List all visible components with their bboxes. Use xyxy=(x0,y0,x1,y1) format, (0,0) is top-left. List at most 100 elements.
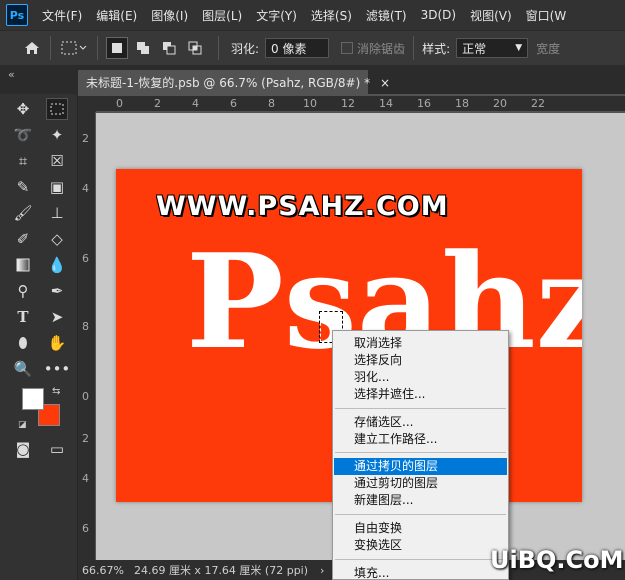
swap-colors-icon[interactable]: ⇆ xyxy=(52,386,60,397)
menu-layer[interactable]: 图层(L) xyxy=(202,7,242,24)
separator xyxy=(97,36,98,60)
context-menu: 取消选择 选择反向 羽化... 选择并遮住... 存储选区... 建立工作路径.… xyxy=(332,330,509,580)
dodge-tool-icon[interactable]: ⚲ xyxy=(12,280,34,302)
style-select[interactable]: 正常 ▼ xyxy=(456,38,529,58)
tools-panel: ✥ ➰ ✦ ⌗ ☒ ✎ ▣ 🖌 ⊥ ✐ ◇ 💧 ⚲ ✒ T ➤ ⬮ ✋ 🔍 ••… xyxy=(0,94,78,580)
intersect-selection-button[interactable] xyxy=(184,37,206,59)
foreground-color-swatch[interactable] xyxy=(22,388,44,410)
more-tools-icon[interactable]: ••• xyxy=(44,358,71,380)
ctx-free-transform[interactable]: 自由变换 xyxy=(334,520,507,537)
ruler-tick-label: 0 xyxy=(116,97,123,110)
ctx-feather[interactable]: 羽化... xyxy=(334,369,507,386)
crop-tool-icon[interactable]: ⌗ xyxy=(12,150,34,172)
ruler-tick-label: 2 xyxy=(82,432,89,445)
vertical-ruler[interactable]: 2 4 6 8 0 2 4 6 xyxy=(78,112,96,560)
default-colors-icon[interactable]: ◪ xyxy=(18,420,27,430)
menu-view[interactable]: 视图(V) xyxy=(470,7,512,24)
document-tab-strip: « 未标题-1-恢复的.psb @ 66.7% (Psahz, RGB/8#) … xyxy=(0,66,625,94)
feather-input[interactable]: 0 像素 xyxy=(265,38,330,58)
width-label: 宽度 xyxy=(536,41,561,56)
magic-wand-icon[interactable]: ✦ xyxy=(46,124,68,146)
menu-bar: Ps 文件(F) 编辑(E) 图像(I) 图层(L) 文字(Y) 选择(S) 滤… xyxy=(0,0,625,30)
ctx-transform-selection[interactable]: 变换选区 xyxy=(334,537,507,554)
hand-tool-icon[interactable]: ✋ xyxy=(46,332,68,354)
ruler-tick-label: 16 xyxy=(417,97,431,110)
eyedropper-icon[interactable]: ✎ xyxy=(12,176,34,198)
subtract-selection-button[interactable] xyxy=(158,37,180,59)
close-icon[interactable]: × xyxy=(380,76,390,90)
antialias-checkbox[interactable] xyxy=(341,42,354,54)
path-selection-icon[interactable]: ➤ xyxy=(46,306,68,328)
menu-image[interactable]: 图像(I) xyxy=(151,7,188,24)
menu-separator xyxy=(335,452,506,453)
spot-healing-icon[interactable]: ▣ xyxy=(46,176,68,198)
quick-mask-icon[interactable]: ◙ xyxy=(12,438,34,460)
ctx-save-selection[interactable]: 存储选区... xyxy=(334,414,507,431)
photoshop-logo[interactable]: Ps xyxy=(6,4,28,26)
separator xyxy=(218,36,219,60)
menu-separator xyxy=(335,408,506,409)
eraser-tool-icon[interactable]: ◇ xyxy=(46,228,68,250)
feather-label: 羽化: xyxy=(231,41,260,56)
separator xyxy=(413,36,415,60)
type-tool-icon[interactable]: T xyxy=(12,306,34,328)
chevron-down-icon: ▼ xyxy=(515,43,523,53)
ellipse-tool-icon[interactable]: ⬮ xyxy=(12,332,34,354)
move-tool-icon[interactable]: ✥ xyxy=(12,98,34,120)
ctx-layer-via-cut[interactable]: 通过剪切的图层 xyxy=(334,475,507,492)
frame-tool-icon[interactable]: ☒ xyxy=(46,150,68,172)
ctx-select-and-mask[interactable]: 选择并遮住... xyxy=(334,386,507,403)
document-tab[interactable]: 未标题-1-恢复的.psb @ 66.7% (Psahz, RGB/8#) * … xyxy=(78,70,390,94)
menu-type[interactable]: 文字(Y) xyxy=(256,7,297,24)
ruler-tick-label: 4 xyxy=(82,182,89,195)
ruler-tick-label: 6 xyxy=(82,252,89,265)
status-arrow-icon[interactable]: › xyxy=(320,564,324,577)
menu-filter[interactable]: 滤镜(T) xyxy=(366,7,407,24)
brush-tool-icon[interactable]: 🖌 xyxy=(12,202,34,224)
zoom-level[interactable]: 66.67% xyxy=(82,564,124,577)
menu-window[interactable]: 窗口(W xyxy=(526,7,567,24)
horizontal-ruler[interactable]: 0 2 4 6 8 10 12 14 16 18 20 22 xyxy=(96,96,625,112)
style-value: 正常 xyxy=(462,41,487,56)
ruler-tick-label: 8 xyxy=(82,320,89,333)
gradient-tool-icon[interactable] xyxy=(12,254,34,276)
document-tab-title: 未标题-1-恢复的.psb @ 66.7% (Psahz, RGB/8#) * xyxy=(86,76,371,90)
separator xyxy=(50,36,51,60)
new-selection-button[interactable] xyxy=(106,37,128,59)
menu-edit[interactable]: 编辑(E) xyxy=(96,7,137,24)
rect-marquee-tool-icon[interactable] xyxy=(46,98,68,120)
ctx-deselect[interactable]: 取消选择 xyxy=(334,335,507,352)
ruler-tick-label: 0 xyxy=(82,390,89,403)
ctx-fill[interactable]: 填充... xyxy=(334,565,507,580)
ruler-tick-label: 6 xyxy=(82,522,89,535)
menu-file[interactable]: 文件(F) xyxy=(42,7,82,24)
ctx-make-work-path[interactable]: 建立工作路径... xyxy=(334,431,507,448)
pen-tool-icon[interactable]: ✒ xyxy=(46,280,68,302)
lasso-tool-icon[interactable]: ➰ xyxy=(12,124,34,146)
ruler-tick-label: 22 xyxy=(531,97,545,110)
ruler-tick-label: 6 xyxy=(230,97,237,110)
options-bar: 羽化: 0 像素 消除锯齿 样式: 正常 ▼ 宽度 xyxy=(0,30,625,66)
artwork-url-text: WWW.PSAHZ.COM xyxy=(156,191,449,222)
screen-mode-icon[interactable]: ▭ xyxy=(46,438,68,460)
ruler-tick-label: 20 xyxy=(493,97,507,110)
ctx-layer-via-copy[interactable]: 通过拷贝的图层 xyxy=(334,458,507,475)
add-to-selection-button[interactable] xyxy=(132,37,154,59)
ruler-tick-label: 18 xyxy=(455,97,469,110)
ctx-select-inverse[interactable]: 选择反向 xyxy=(334,352,507,369)
ruler-tick-label: 8 xyxy=(268,97,275,110)
document-size-info: 24.69 厘米 x 17.64 厘米 (72 ppi) xyxy=(133,564,309,577)
ruler-tick-label: 4 xyxy=(192,97,199,110)
clone-stamp-icon[interactable]: ⊥ xyxy=(46,202,68,224)
ctx-new-layer[interactable]: 新建图层... xyxy=(334,492,507,509)
blur-tool-icon[interactable]: 💧 xyxy=(46,254,68,276)
history-brush-icon[interactable]: ✐ xyxy=(12,228,34,250)
zoom-tool-icon[interactable]: 🔍 xyxy=(12,358,34,380)
collapse-panel-icon[interactable]: « xyxy=(8,68,15,81)
rect-marquee-icon[interactable] xyxy=(59,41,89,55)
style-label: 样式: xyxy=(422,41,451,56)
menu-3d[interactable]: 3D(D) xyxy=(421,8,456,22)
menu-select[interactable]: 选择(S) xyxy=(311,7,352,24)
home-icon[interactable] xyxy=(22,41,42,55)
ruler-tick-label: 4 xyxy=(82,472,89,485)
